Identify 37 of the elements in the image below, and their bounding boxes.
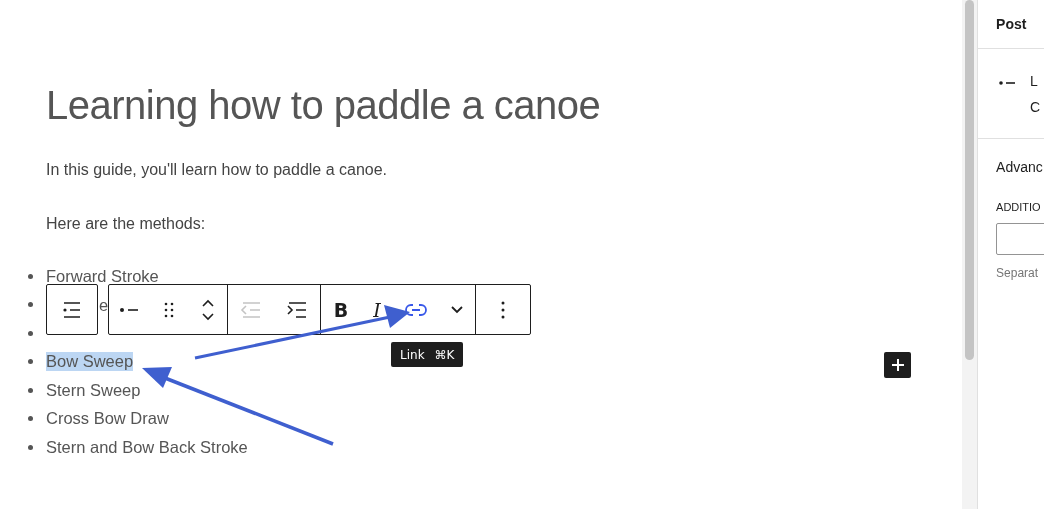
indent-icon (286, 300, 308, 319)
bold-button[interactable]: B (321, 285, 361, 334)
help-text: Separat (996, 266, 1040, 280)
paragraph: Here are the methods: (46, 214, 207, 234)
advanced-heading[interactable]: Advanc (996, 159, 1044, 175)
paragraph: In this guide, you'll learn how to paddle a canoe. (46, 160, 389, 180)
plus-icon (890, 358, 905, 372)
bullet-icon (28, 330, 33, 336)
chevron-down-icon (450, 305, 464, 314)
list-item: Stern Sweep (46, 380, 141, 400)
bullet-icon (28, 359, 33, 365)
list-item: e (99, 295, 109, 314)
more-options-icon (501, 300, 505, 319)
list-item: Forward Stroke (46, 266, 159, 286)
scrollbar[interactable] (965, 0, 975, 360)
bullet-icon (28, 444, 33, 450)
block-type-button[interactable] (46, 284, 98, 335)
bullet-icon (28, 416, 33, 422)
link-icon (405, 302, 427, 317)
block-description: C (1030, 99, 1041, 115)
field-label: ADDITIO (996, 201, 1042, 213)
list-item: Cross Bow Draw (46, 409, 169, 429)
shortcut-label: ⌘K (434, 347, 455, 362)
tooltip-label: Link (400, 347, 425, 362)
bullet-icon (28, 273, 33, 279)
post-title: Learning how to paddle a canoe (46, 82, 602, 129)
selected-text: Bow Sweep (46, 352, 134, 372)
list-item: Stern and Bow Back Stroke (46, 437, 248, 457)
bullet-icon (28, 387, 33, 393)
move-up-down-icon (201, 297, 215, 322)
post-tab[interactable]: Post (996, 16, 1027, 32)
bullet-icon (28, 302, 33, 308)
outdent-icon (240, 300, 262, 319)
block-title: L (1030, 73, 1039, 89)
drag-handle-icon (164, 301, 174, 318)
italic-button[interactable]: I (361, 285, 393, 334)
add-block-button[interactable] (884, 352, 911, 378)
